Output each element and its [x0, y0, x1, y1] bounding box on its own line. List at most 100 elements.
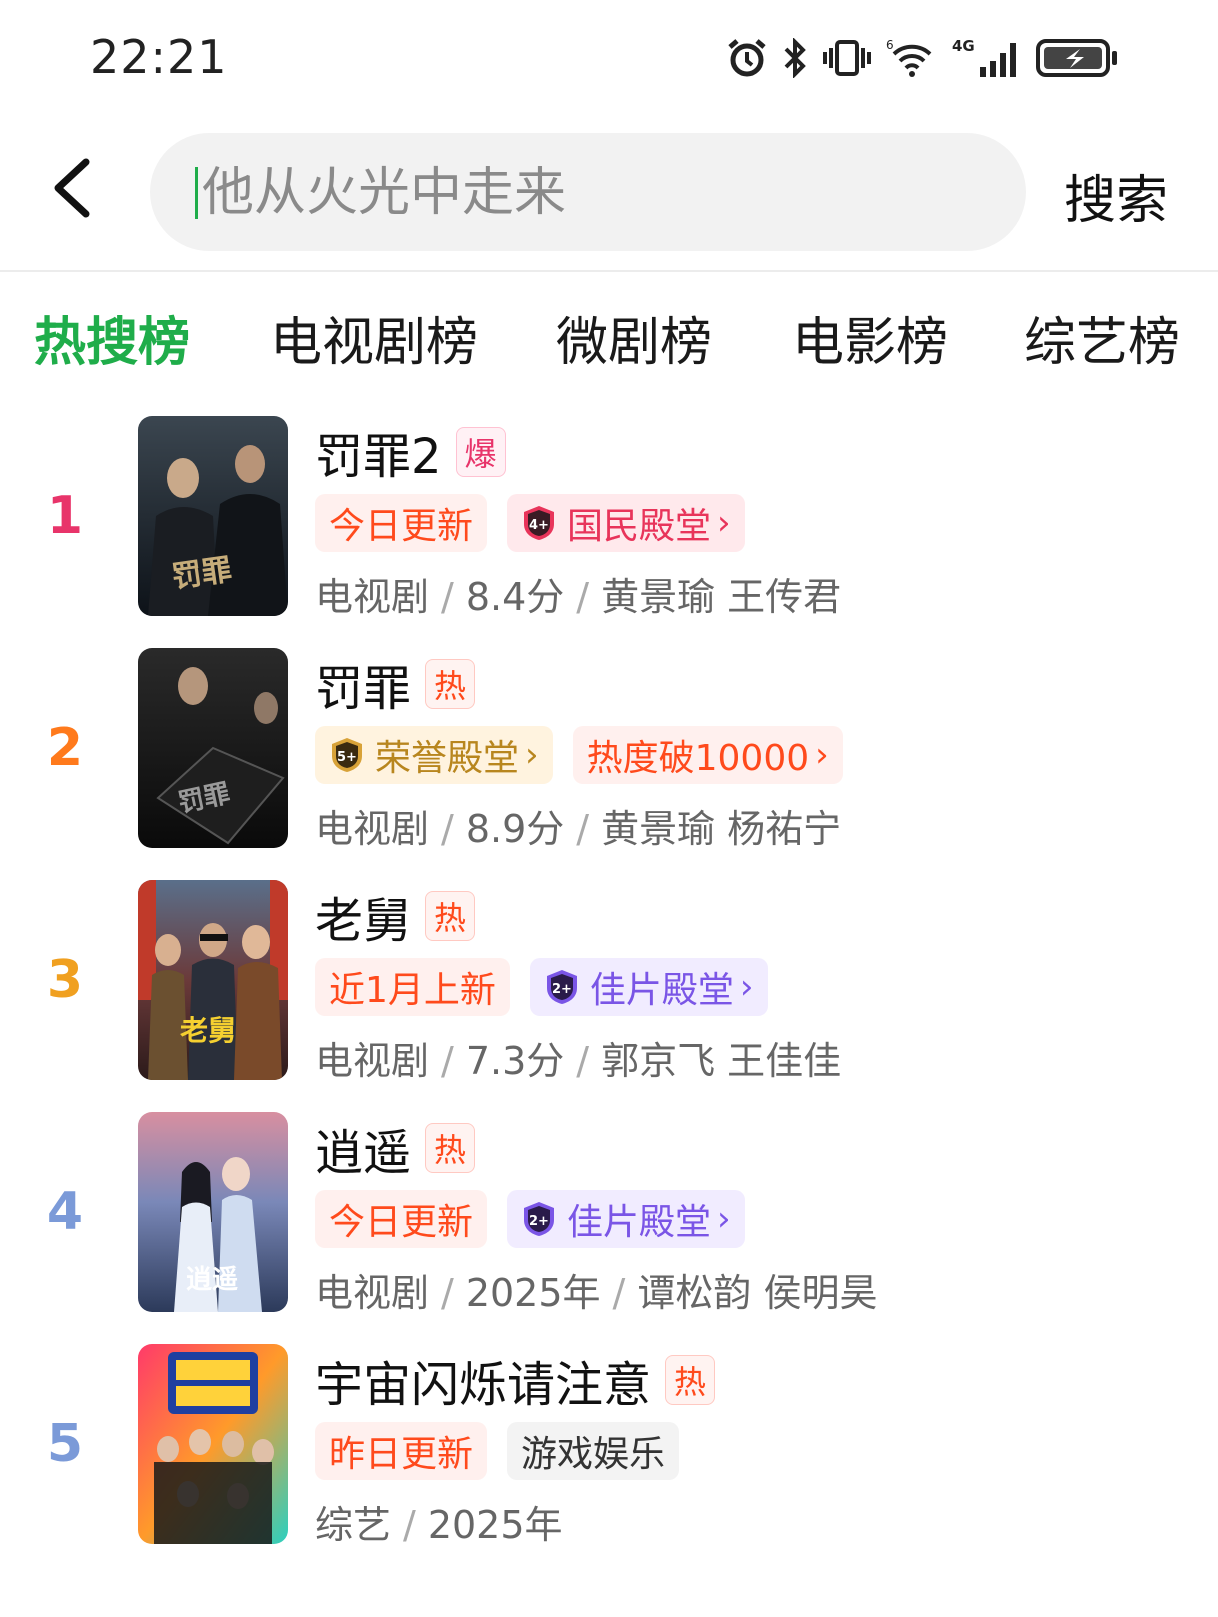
- category: 电视剧: [315, 1271, 430, 1315]
- tag-row: 5+ 荣誉殿堂 › 热度破10000 ›: [315, 726, 843, 784]
- svg-text:4+: 4+: [529, 518, 549, 533]
- item-title[interactable]: 逍遥: [315, 1113, 411, 1183]
- update-tag: 近1月上新: [315, 958, 510, 1016]
- list-item[interactable]: 2 罚罪 罚罪 热 5+ 荣誉殿堂 › 热度破10000 › 电视剧 / 8.9…: [0, 648, 1218, 851]
- tab-tv-series[interactable]: 电视剧榜: [270, 300, 478, 375]
- hall-of-fame-tag[interactable]: 5+ 荣誉殿堂 ›: [315, 726, 553, 784]
- hall-of-fame-tag[interactable]: 2+ 佳片殿堂 ›: [507, 1190, 745, 1248]
- back-button[interactable]: [48, 156, 98, 220]
- tab-movie[interactable]: 电影榜: [792, 300, 948, 375]
- poster-image[interactable]: 罚罪: [138, 648, 288, 848]
- item-meta: 电视剧/8.9分 / 黄景瑜 杨祐宁: [315, 807, 842, 851]
- tag-label: 佳片殿堂: [589, 970, 734, 1011]
- tag-row: 昨日更新 游戏娱乐: [315, 1422, 680, 1480]
- tag-label: 佳片殿堂: [567, 1202, 712, 1243]
- score: 8.4分: [465, 575, 565, 619]
- category: 电视剧: [315, 575, 430, 619]
- alarm-icon: [728, 39, 766, 77]
- title-row: 宇宙闪烁请注意 热: [315, 1345, 716, 1415]
- back-arrow-icon: [54, 158, 90, 218]
- title-row: 罚罪 热: [315, 649, 476, 719]
- heat-tag[interactable]: 热度破10000 ›: [572, 726, 843, 784]
- svg-text:4G: 4G: [952, 37, 975, 55]
- title-row: 逍遥 热: [315, 1113, 476, 1183]
- chevron-right-icon: ›: [525, 735, 539, 775]
- year: 2025年: [465, 1271, 601, 1315]
- cast: 黄景瑜 杨祐宁: [601, 807, 842, 851]
- hot-badge: 热: [425, 659, 476, 709]
- update-tag: 昨日更新: [315, 1422, 488, 1480]
- category: 电视剧: [315, 1039, 430, 1083]
- svg-text:老舅: 老舅: [180, 1014, 236, 1047]
- poster-image[interactable]: 逍遥: [138, 1112, 288, 1312]
- search-button[interactable]: 搜索: [1064, 158, 1168, 233]
- explosive-badge: 爆: [455, 427, 506, 477]
- title-row: 罚罪2 爆: [315, 417, 506, 487]
- poster-image[interactable]: 罚罪: [138, 416, 288, 616]
- list-item[interactable]: 1 罚罪 罚罪2 爆 今日更新 4+ 国民殿堂 › 电视剧/8.4分 / 黄景瑜 王…: [0, 416, 1218, 619]
- svg-text:5+: 5+: [337, 750, 357, 765]
- genre-tag[interactable]: 游戏娱乐: [507, 1422, 680, 1480]
- cast: 黄景瑜 王传君: [601, 575, 842, 619]
- tag-label: 荣誉殿堂: [375, 738, 520, 779]
- year: 2025年: [427, 1503, 563, 1547]
- poster-image[interactable]: [138, 1344, 288, 1544]
- item-meta: 电视剧/2025年 / 谭松韵 侯明昊: [315, 1271, 878, 1315]
- item-title[interactable]: 宇宙闪烁请注意: [315, 1345, 651, 1415]
- hot-badge: 热: [425, 1123, 476, 1173]
- cast: 郭京飞 王佳佳: [601, 1039, 842, 1083]
- shield-2plus-icon: 2+: [524, 1202, 555, 1236]
- search-input[interactable]: [200, 151, 964, 235]
- list-item[interactable]: 3 老舅 老舅 热 近1月上新 2+ 佳片殿堂 › 电视剧 / 7.3分 / 郭…: [0, 880, 1218, 1083]
- list-item[interactable]: 5 宇宙闪烁请注意 热 昨日更新 游戏娱乐 综艺/2025年: [0, 1344, 1218, 1547]
- vibrate-icon: [823, 40, 871, 76]
- item-meta: 电视剧/8.4分 / 黄景瑜 王传君: [315, 575, 842, 619]
- category: 电视剧: [315, 807, 430, 851]
- tag-label: 热度破10000: [586, 738, 810, 779]
- chevron-right-icon: ›: [717, 1199, 731, 1239]
- list-item[interactable]: 4 逍遥 逍遥 热 今日更新 2+ 佳片殿堂 › 电视剧/2025年 / 谭松韵…: [0, 1112, 1218, 1315]
- tag-label: 昨日更新: [329, 1434, 474, 1475]
- item-title[interactable]: 罚罪: [315, 649, 411, 719]
- signal-4g-icon: 4G: [952, 37, 1016, 77]
- item-title[interactable]: 罚罪2: [315, 417, 442, 487]
- cast: 谭松韵 侯明昊: [637, 1271, 878, 1315]
- chevron-right-icon: ›: [815, 735, 829, 775]
- rank-number: 5: [46, 1414, 84, 1474]
- shield-5plus-icon: 5+: [332, 738, 362, 772]
- status-icons: 6 4G: [726, 36, 1118, 80]
- item-meta: 电视剧/7.3分 / 郭京飞 王佳佳: [315, 1039, 842, 1083]
- tab-variety[interactable]: 综艺榜: [1024, 300, 1180, 375]
- hall-of-fame-tag[interactable]: 2+ 佳片殿堂 ›: [529, 958, 768, 1016]
- score: 7.3分: [465, 1039, 565, 1083]
- shield-4plus-icon: 4+: [524, 506, 555, 540]
- category: 综艺: [315, 1503, 392, 1547]
- item-title[interactable]: 老舅: [315, 881, 411, 951]
- wifi-icon: 6: [886, 38, 932, 77]
- tab-hot-search[interactable]: 热搜榜: [34, 300, 190, 375]
- tag-row: 今日更新 4+ 国民殿堂 ›: [315, 494, 745, 552]
- tab-micro-drama[interactable]: 微剧榜: [556, 300, 712, 375]
- hall-of-fame-tag[interactable]: 4+ 国民殿堂 ›: [507, 494, 745, 552]
- svg-text:2+: 2+: [529, 1214, 549, 1229]
- svg-text:6: 6: [886, 38, 894, 52]
- ranking-tabs: 热搜榜 电视剧榜 微剧榜 电影榜 综艺榜: [0, 300, 1218, 380]
- tag-label: 国民殿堂: [567, 506, 712, 547]
- score: 8.9分: [465, 807, 565, 851]
- tag-label: 游戏娱乐: [521, 1434, 666, 1475]
- chevron-right-icon: ›: [717, 503, 731, 543]
- svg-text:2+: 2+: [552, 982, 572, 997]
- status-bar: 22:21 6 4G: [0, 0, 1218, 120]
- chevron-right-icon: ›: [739, 967, 754, 1007]
- tag-label: 今日更新: [329, 1202, 474, 1243]
- bluetooth-icon: [784, 38, 806, 78]
- hot-badge: 热: [425, 891, 476, 941]
- status-time: 22:21: [90, 30, 228, 84]
- item-meta: 综艺/2025年: [315, 1503, 563, 1547]
- update-tag: 今日更新: [315, 494, 488, 552]
- title-row: 老舅 热: [315, 881, 476, 951]
- tag-row: 近1月上新 2+ 佳片殿堂 ›: [315, 958, 768, 1016]
- search-box[interactable]: [150, 133, 1026, 251]
- svg-text:逍遥: 逍遥: [186, 1265, 238, 1295]
- poster-image[interactable]: 老舅: [138, 880, 288, 1080]
